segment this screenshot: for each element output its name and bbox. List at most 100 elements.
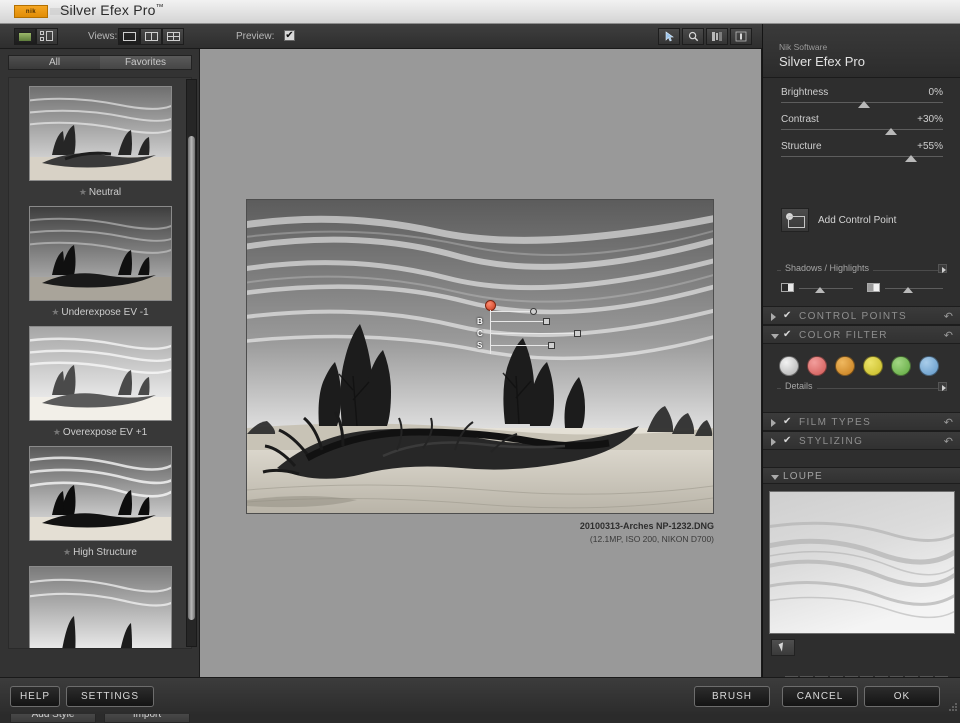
highlights-slider[interactable] [867,282,943,298]
color-filter-reset-icon[interactable]: ↶ [944,329,953,342]
slider-contrast-label: Contrast [781,114,819,125]
slider-brightness-value: 0% [929,87,943,98]
view-single-icon[interactable] [118,28,140,45]
shadows-slider[interactable] [781,282,853,298]
filter-yellow[interactable] [863,356,883,376]
slider-structure-track[interactable] [781,156,943,157]
zoom-tool-icon[interactable] [682,28,704,45]
pan-hand-tool-icon[interactable] [706,28,728,45]
preset-thumbnail[interactable] [29,86,172,181]
highlights-slider-track[interactable] [885,288,943,289]
list-item[interactable] [16,566,184,649]
slider-brightness-label: Brightness [781,87,828,98]
settings-button[interactable]: SETTINGS [66,686,154,707]
film-types-reset-icon[interactable]: ↶ [944,416,953,429]
ok-button[interactable]: OK [864,686,940,707]
section-control-points[interactable]: ✔ CONTROL POINTS ↶ [763,306,960,325]
single-image-icon[interactable] [14,28,36,45]
color-filter-title: COLOR FILTER [799,330,888,341]
control-points-checkbox[interactable]: ✔ [783,310,791,321]
views-label: Views: [88,31,117,42]
photo-container: B C S [246,199,714,514]
filter-red[interactable] [807,356,827,376]
film-types-checkbox[interactable]: ✔ [783,416,791,427]
shadows-highlights-expand-icon[interactable] [938,264,947,273]
cancel-button[interactable]: CANCEL [782,686,858,707]
stylizing-reset-icon[interactable]: ↶ [944,435,953,448]
view-split-icon[interactable] [140,28,162,45]
filter-blue[interactable] [919,356,939,376]
favorite-star[interactable]: ★ [51,307,59,317]
cp-slider-brightness-track[interactable] [490,321,547,322]
preview-checkbox[interactable]: ✔ [284,30,295,41]
preset-list[interactable]: ★Neutral ★Underexpose EV -1 [8,77,192,649]
preset-thumbnail[interactable] [29,206,172,301]
slider-structure-knob[interactable] [905,155,917,162]
edited-photo[interactable]: B C S [246,199,714,514]
highlights-slider-knob[interactable] [903,287,913,293]
loupe-preview[interactable] [769,491,955,634]
chevron-right-icon[interactable] [771,438,776,446]
tab-all[interactable]: All [9,56,100,69]
scrollbar-thumb[interactable] [188,136,195,620]
cp-slider-contrast-handle[interactable] [574,330,581,337]
chevron-down-icon[interactable] [771,475,779,480]
add-control-point-row[interactable]: Add Control Point [781,208,896,232]
slider-contrast[interactable]: Contrast +30% [781,113,943,140]
pointer-tool-icon[interactable] [658,28,680,45]
list-item[interactable]: ★Underexpose EV -1 [16,206,184,318]
preset-thumbnail[interactable] [29,326,172,421]
slider-brightness-knob[interactable] [858,101,870,108]
loupe-pin-icon[interactable] [771,639,795,656]
view-side-by-side-icon[interactable] [162,28,184,45]
chevron-right-icon[interactable] [771,419,776,427]
control-points-reset-icon[interactable]: ↶ [944,310,953,323]
details-expand-icon[interactable] [938,382,947,391]
add-control-point-icon[interactable] [781,208,809,232]
preset-tabs: All Favorites [8,55,192,70]
preset-thumbnail[interactable] [29,566,172,649]
image-mode-group [14,28,58,45]
preset-thumbnail[interactable] [29,446,172,541]
list-item[interactable]: ★High Structure [16,446,184,558]
chevron-down-icon[interactable] [771,334,779,339]
adjustments-panel: Nik Software Silver Efex Pro Brightness … [762,24,960,677]
compare-tool-icon[interactable] [730,28,752,45]
shadows-slider-knob[interactable] [815,287,825,293]
favorite-star[interactable]: ★ [63,547,71,557]
list-item[interactable]: ★Overexpose EV +1 [16,326,184,438]
filter-orange[interactable] [835,356,855,376]
resize-grip[interactable] [949,703,958,712]
cp-slider-structure-handle[interactable] [548,342,555,349]
help-button[interactable]: HELP [10,686,60,707]
panel-brand: Nik Software Silver Efex Pro [763,24,960,78]
list-item[interactable]: ★Neutral [16,86,184,198]
chevron-right-icon[interactable] [771,313,776,321]
favorite-star[interactable]: ★ [53,427,61,437]
shadows-slider-track[interactable] [799,288,853,289]
cp-slider-structure-track[interactable] [490,345,552,346]
cp-slider-contrast-track[interactable] [490,333,578,334]
favorite-star[interactable]: ★ [79,187,87,197]
color-filter-checkbox[interactable]: ✔ [783,329,791,340]
nik-logo: nik [14,5,48,18]
preset-scrollbar[interactable] [186,79,197,647]
section-film-types[interactable]: ✔ FILM TYPES ↶ [763,412,960,431]
image-canvas[interactable]: B C S 20100313-Arches NP-1232.DNG (12.1M… [200,49,762,677]
cp-slider-size-handle[interactable] [530,308,537,315]
cp-slider-size-track[interactable] [490,311,534,312]
slider-brightness[interactable]: Brightness 0% [781,86,943,113]
section-stylizing[interactable]: ✔ STYLIZING ↶ [763,431,960,450]
section-loupe[interactable]: LOUPE [763,467,960,484]
tab-favorites[interactable]: Favorites [100,56,191,69]
filter-green[interactable] [891,356,911,376]
cp-slider-brightness-handle[interactable] [543,318,550,325]
stylizing-checkbox[interactable]: ✔ [783,435,791,446]
compare-grid-icon[interactable] [36,28,58,45]
filter-neutral[interactable] [779,356,799,376]
section-color-filter[interactable]: ✔ COLOR FILTER ↶ [763,325,960,344]
slider-contrast-knob[interactable] [885,128,897,135]
slider-contrast-track[interactable] [781,129,943,130]
brush-button[interactable]: BRUSH [694,686,770,707]
slider-structure[interactable]: Structure +55% [781,140,943,167]
